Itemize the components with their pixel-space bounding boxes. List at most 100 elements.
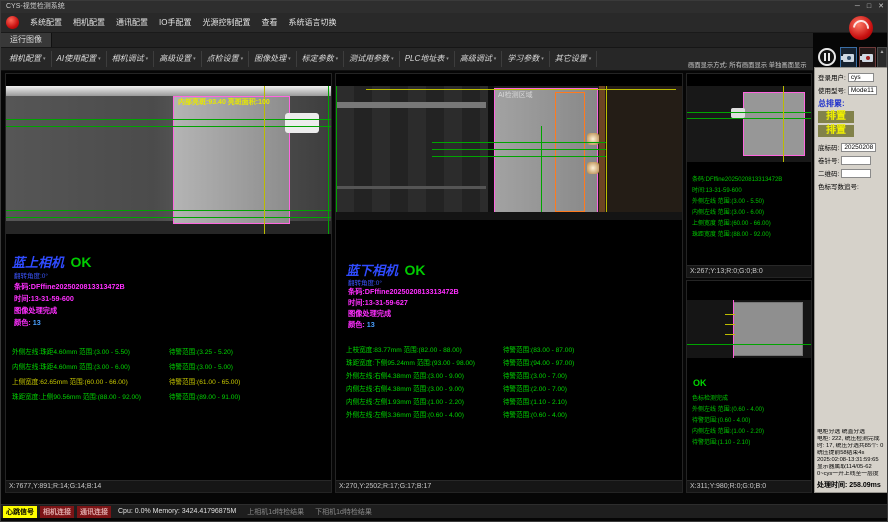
- total-count-label: 总排累:: [818, 98, 886, 109]
- batch-code-value: 20250208: [841, 143, 876, 152]
- measurement-main: 珠距宽度:上侧90.56mm 范围:(88.00 - 92.00): [12, 391, 167, 401]
- tab-run-image[interactable]: 运行图像: [1, 33, 52, 47]
- process-time: 处理时间: 258.09ms: [817, 480, 888, 490]
- small-bottom-camera-panel: OK 色标检测完成 外侧左线 范围:(0.60 - 4.00) 待警范围:(0.…: [686, 280, 812, 493]
- close-button[interactable]: ✕: [878, 1, 884, 13]
- toolbar-plc-address[interactable]: PLC地址表▾: [400, 51, 455, 67]
- qr-code-input[interactable]: [841, 169, 871, 178]
- ai-detect-region: [555, 92, 585, 212]
- brand-logo-icon: [849, 16, 873, 40]
- measurement-main: 内侧左线:右侧4.38mm 范围:(3.00 - 9.00): [346, 383, 501, 393]
- minimize-button[interactable]: ─: [855, 1, 860, 13]
- preview-info-line: 内侧左线 范围:(3.00 - 6.00): [692, 207, 810, 216]
- highlight-spot: [587, 133, 599, 145]
- toolbar-calibration-params[interactable]: 标定参数▾: [297, 51, 345, 67]
- toolbar-ai-config[interactable]: AI使用配置▾: [52, 51, 107, 67]
- measurement-row: 内侧左线:珠距4.60mm 范围:(3.00 - 6.00) 待警范围:(3.0…: [12, 361, 332, 371]
- overlay-line: [432, 156, 606, 157]
- menu-io-config[interactable]: IO手配置: [159, 17, 191, 28]
- menu-comm-config[interactable]: 通讯配置: [116, 17, 148, 28]
- counter-value-2: 排置: [818, 125, 854, 137]
- toolbar-spot-check[interactable]: 点检设置▾: [202, 51, 250, 67]
- needle-number-input[interactable]: [841, 156, 871, 165]
- preview-info-line: 外侧左线 范围:(3.00 - 5.50): [692, 196, 810, 205]
- right-camera-image[interactable]: AI检测区域: [336, 86, 683, 220]
- angle-info: 翻转角度:0°: [348, 277, 382, 287]
- menu-view[interactable]: 查看: [261, 17, 277, 28]
- overlay-line: [687, 112, 812, 113]
- overlay-line: [264, 86, 265, 234]
- preview-info-line: 色标检测完成: [692, 393, 810, 402]
- measurement-row: 珠距宽度:下侧95.24mm 范围:(93.00 - 98.00) 待警范围:(…: [346, 357, 683, 367]
- scroll-up-icon[interactable]: ▲: [880, 49, 885, 55]
- measurement-main: 外侧左线:珠距4.60mm 范围:(3.00 - 5.50): [12, 346, 167, 356]
- toolbar-label: 高级设置: [159, 51, 191, 67]
- chevron-down-icon: ▾: [193, 51, 196, 67]
- footer-line: 0~cys一开上线至一层度: [817, 471, 888, 478]
- overlay-line: [6, 126, 332, 127]
- angle-info: 翻转角度:0°: [14, 270, 48, 280]
- image-region: [336, 212, 683, 220]
- preview-info-line: 内侧左线 范围:(1.00 - 2.20): [692, 426, 810, 435]
- title-bar: CYS-视觉检测系统 ─ □ ✕: [1, 1, 887, 13]
- small-bottom-camera-image[interactable]: [687, 300, 812, 358]
- footer-line: 电柜分选 统直分选: [817, 429, 888, 436]
- overlay-line: [725, 334, 735, 335]
- overlay-line: [687, 344, 812, 345]
- right-sidebar: 登录用户: cys 使用型号: Mode11 总排累: 排置 排置 底标码: 2…: [814, 67, 888, 493]
- toolbar-label: 测试用参数: [349, 51, 389, 67]
- left-camera-image[interactable]: 内部亮斑:93.40 亮斑面积:100: [6, 86, 332, 234]
- product-region: [733, 302, 803, 356]
- camera-icon: [862, 54, 873, 62]
- toolbar-image-processing[interactable]: 图像处理▾: [249, 51, 297, 67]
- result-bottom-camera[interactable]: 下相机1d特检结果: [315, 507, 372, 517]
- menu-system-config[interactable]: 系统配置: [30, 17, 62, 28]
- status-bar: 心跳信号 相机连接 通讯连接 Cpu: 0.0% Memory: 3424.41…: [1, 504, 888, 518]
- preview-info-line: 外侧左线 范围:(0.60 - 4.00): [692, 404, 810, 413]
- app-logo-icon: [6, 16, 19, 29]
- status-ok-badge: OK: [70, 254, 91, 270]
- batch-code-label: 底标码:: [818, 142, 839, 152]
- menu-language-switch[interactable]: 系统语言切换: [288, 17, 336, 28]
- toolbar-advanced-settings[interactable]: 高级设置▾: [154, 51, 202, 67]
- measurement-warn: 待警范围:(2.00 - 7.00): [503, 383, 567, 393]
- measurement-warn: 待警范围:(1.10 - 2.10): [503, 396, 567, 406]
- toolbar-label: 标定参数: [302, 51, 334, 67]
- menu-light-config[interactable]: 光源控制配置: [202, 17, 250, 28]
- overlay-line: [687, 118, 812, 119]
- toolbar-test-params[interactable]: 测试用参数▾: [344, 51, 400, 67]
- preview-info-line: 上侧宽度 范围:(60.00 - 66.00): [692, 218, 810, 227]
- toolbar-learning-params[interactable]: 学习参数▾: [502, 51, 550, 67]
- camera-icon: [843, 54, 854, 62]
- measurement-row: 上枝宽度:83.77mm 范围:(82.00 - 88.00) 待警范围:(83…: [346, 344, 683, 354]
- toolbar-label: 相机配置: [9, 51, 41, 67]
- toolbar-label: PLC地址表: [405, 51, 445, 67]
- footer-line: 时: 17, 统压分选共85个: 0: [817, 443, 888, 450]
- camera-link-indicator: 相机连接: [40, 506, 74, 518]
- preview-info-line: 时间:13-31-59-600: [692, 185, 810, 194]
- camera-view-2-button[interactable]: [859, 47, 876, 68]
- toolbar-camera-config[interactable]: 相机配置▾: [4, 51, 52, 67]
- chevron-down-icon: ▾: [589, 51, 592, 67]
- connector-part: [285, 113, 319, 133]
- preview-info-line: 待警范围:(0.60 - 4.00): [692, 415, 810, 424]
- small-top-camera-image[interactable]: [687, 86, 812, 162]
- color-info: 颜色: 13: [14, 318, 41, 328]
- footer-line: 统压提前58结束4s: [817, 450, 888, 457]
- image-region: [336, 186, 486, 189]
- toolbar-camera-debug[interactable]: 相机调试▾: [107, 51, 155, 67]
- measurement-warn: 待警范围:(3.00 - 5.00): [169, 361, 233, 371]
- measurement-row: 外侧左线:右侧4.38mm 范围:(3.00 - 9.00) 待警范围:(3.0…: [346, 370, 683, 380]
- camera-view-1-button[interactable]: [840, 47, 857, 68]
- toolbar-other-settings[interactable]: 其它设置▾: [550, 51, 598, 67]
- maximize-button[interactable]: □: [867, 1, 871, 13]
- pause-button[interactable]: [818, 48, 836, 66]
- model-select[interactable]: Mode11: [848, 86, 877, 95]
- result-top-camera[interactable]: 上相机1d特检结果: [247, 507, 304, 517]
- measurement-row: 外侧左线:珠距4.60mm 范围:(3.00 - 5.50) 待警范围:(3.2…: [12, 346, 332, 356]
- color-value: 13: [367, 320, 375, 329]
- small-top-camera-panel: 条码:DFffine2025020813313472B 时间:13-31-59-…: [686, 73, 812, 278]
- measurement-warn: 待警范围:(0.60 - 4.00): [503, 409, 567, 419]
- toolbar-advanced-debug[interactable]: 高级调试▾: [455, 51, 503, 67]
- menu-camera-config[interactable]: 相机配置: [73, 17, 105, 28]
